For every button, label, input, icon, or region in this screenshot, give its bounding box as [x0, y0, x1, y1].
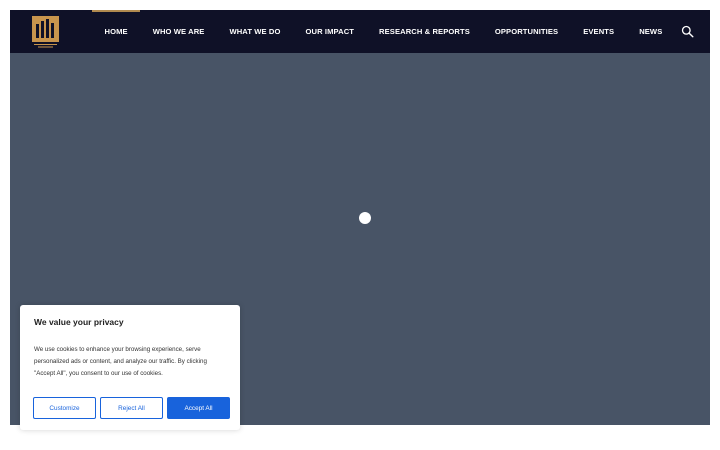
nav-item-home[interactable]: HOME	[92, 10, 141, 53]
search-icon	[681, 25, 694, 38]
nav-item-what-we-do[interactable]: WHAT WE DO	[217, 10, 293, 53]
cookie-banner-text: We use cookies to enhance your browsing …	[34, 346, 207, 377]
cookie-button-group: Customize Reject All Accept All	[33, 397, 230, 419]
search-button[interactable]	[681, 25, 694, 38]
nav-item-our-impact[interactable]: OUR IMPACT	[293, 10, 367, 53]
navbar: HOME WHO WE ARE WHAT WE DO OUR IMPACT RE…	[10, 10, 710, 53]
nav-item-opportunities[interactable]: OPPORTUNITIES	[482, 10, 570, 53]
main-menu: HOME WHO WE ARE WHAT WE DO OUR IMPACT RE…	[92, 10, 675, 53]
page: HOME WHO WE ARE WHAT WE DO OUR IMPACT RE…	[0, 0, 720, 450]
accept-all-button[interactable]: Accept All	[167, 397, 230, 419]
reject-all-button[interactable]: Reject All	[100, 397, 163, 419]
nav-item-events[interactable]: EVENTS	[571, 10, 627, 53]
site-logo[interactable]	[32, 16, 59, 48]
cookie-banner-title: We value your privacy	[34, 317, 124, 327]
loading-dot	[359, 212, 371, 224]
nav-item-who-we-are[interactable]: WHO WE ARE	[140, 10, 217, 53]
building-pillars-logo-icon	[32, 16, 59, 48]
cookie-consent-banner: We value your privacy We use cookies to …	[20, 305, 240, 430]
customize-button[interactable]: Customize	[33, 397, 96, 419]
nav-item-news[interactable]: NEWS	[627, 10, 675, 53]
nav-item-research-reports[interactable]: RESEARCH & REPORTS	[367, 10, 483, 53]
